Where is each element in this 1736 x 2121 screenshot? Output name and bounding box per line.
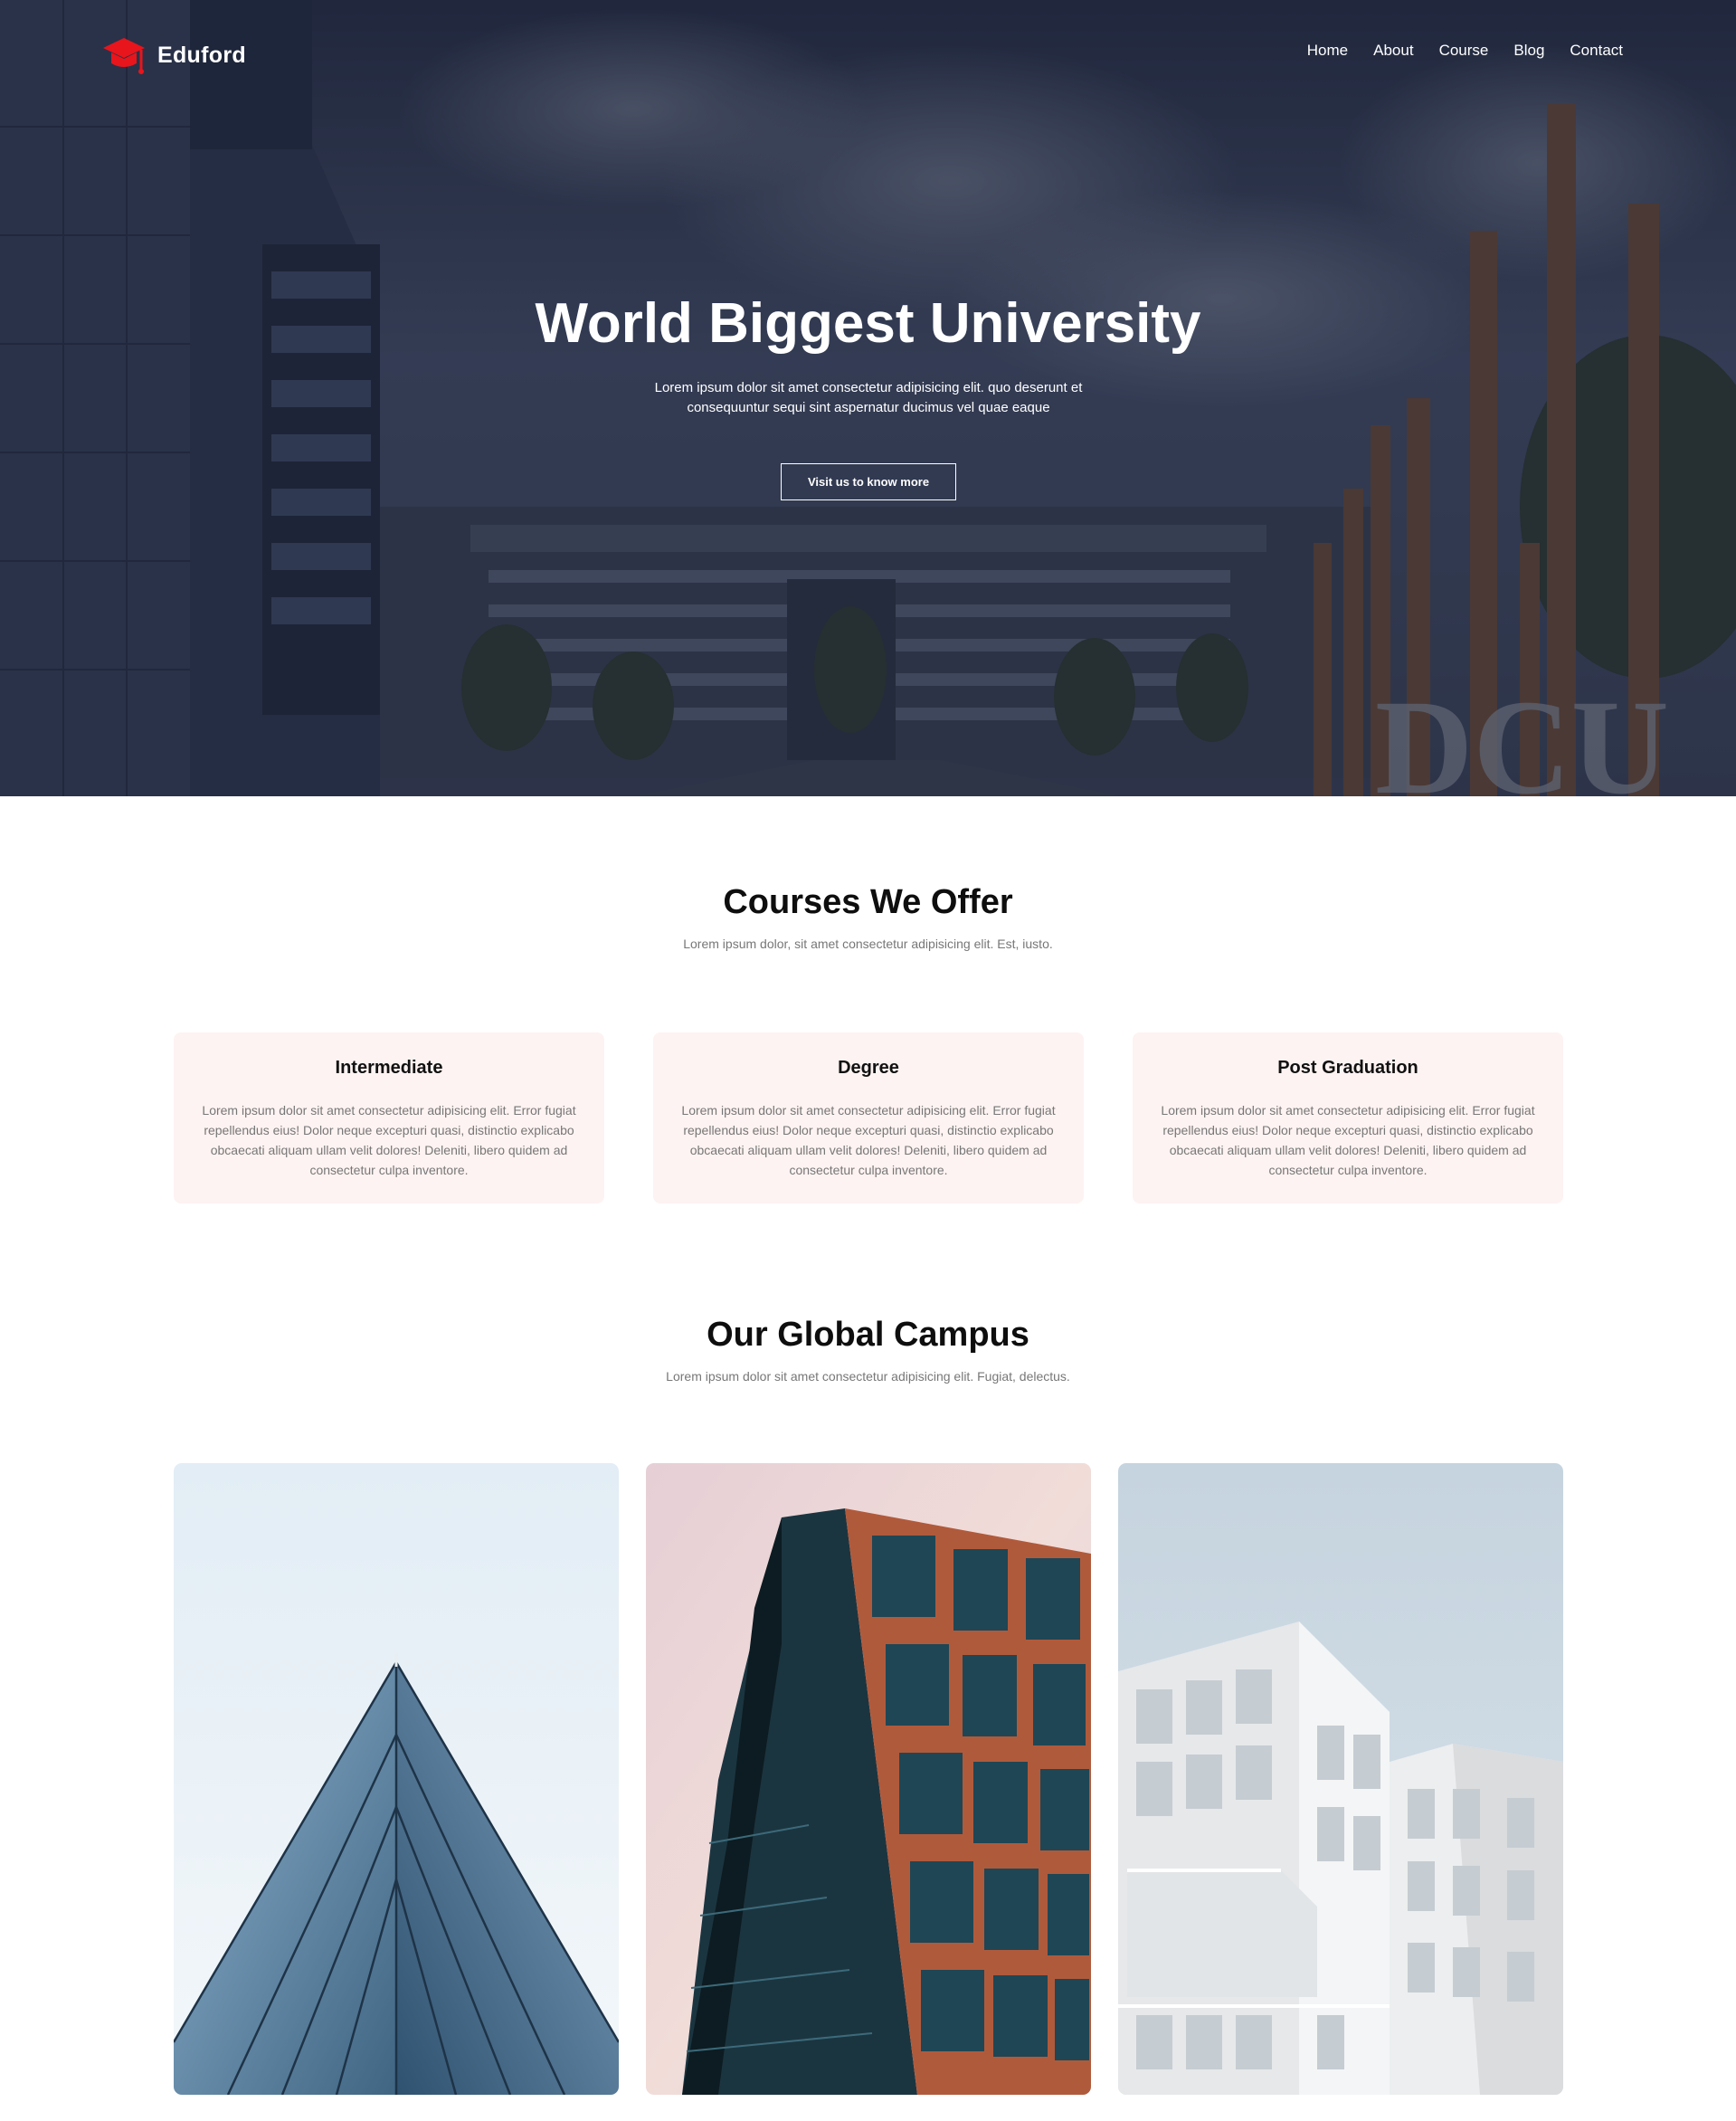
course-name: Intermediate <box>335 1058 443 1078</box>
course-description: Lorem ipsum dolor sit amet consectetur a… <box>681 1103 1056 1177</box>
course-card-degree[interactable]: Degree Lorem ipsum dolor sit amet consec… <box>653 1032 1084 1203</box>
nav-link-home[interactable]: Home <box>1307 42 1348 60</box>
campus-image-glass-pyramid[interactable] <box>174 1463 619 2095</box>
brand-name: Eduford <box>157 42 246 68</box>
courses-title: Courses We Offer <box>723 883 1013 921</box>
course-name: Degree <box>838 1058 899 1078</box>
nav-link-course[interactable]: Course <box>1439 42 1489 60</box>
course-description: Lorem ipsum dolor sit amet consectetur a… <box>202 1103 576 1177</box>
campus-image-white-building[interactable] <box>1118 1463 1563 2095</box>
hero-subtitle: Lorem ipsum dolor sit amet consectetur a… <box>654 380 1083 415</box>
course-description: Lorem ipsum dolor sit amet consectetur a… <box>1161 1103 1535 1177</box>
courses-subtitle: Lorem ipsum dolor, sit amet consectetur … <box>683 937 1053 951</box>
nav-link-contact[interactable]: Contact <box>1570 42 1623 60</box>
nav-link-about[interactable]: About <box>1373 42 1413 60</box>
visit-us-button[interactable]: Visit us to know more <box>781 463 956 500</box>
campus-subtitle: Lorem ipsum dolor sit amet consectetur a… <box>666 1369 1070 1384</box>
hero-title: World Biggest University <box>535 292 1201 355</box>
brand-logo[interactable]: Eduford <box>101 33 246 78</box>
nav-link-blog[interactable]: Blog <box>1513 42 1544 60</box>
hero-section: DCU Eduford Home About Course Blog Conta… <box>0 0 1736 796</box>
course-card-post-graduation[interactable]: Post Graduation Lorem ipsum dolor sit am… <box>1133 1032 1563 1203</box>
main-nav: Home About Course Blog Contact <box>1307 42 1623 60</box>
campus-title: Our Global Campus <box>707 1316 1029 1354</box>
course-name: Post Graduation <box>1277 1058 1418 1078</box>
campus-image-copper-tower[interactable] <box>646 1463 1091 2095</box>
graduation-cap-icon <box>103 38 145 74</box>
course-card-intermediate[interactable]: Intermediate Lorem ipsum dolor sit amet … <box>174 1032 604 1203</box>
